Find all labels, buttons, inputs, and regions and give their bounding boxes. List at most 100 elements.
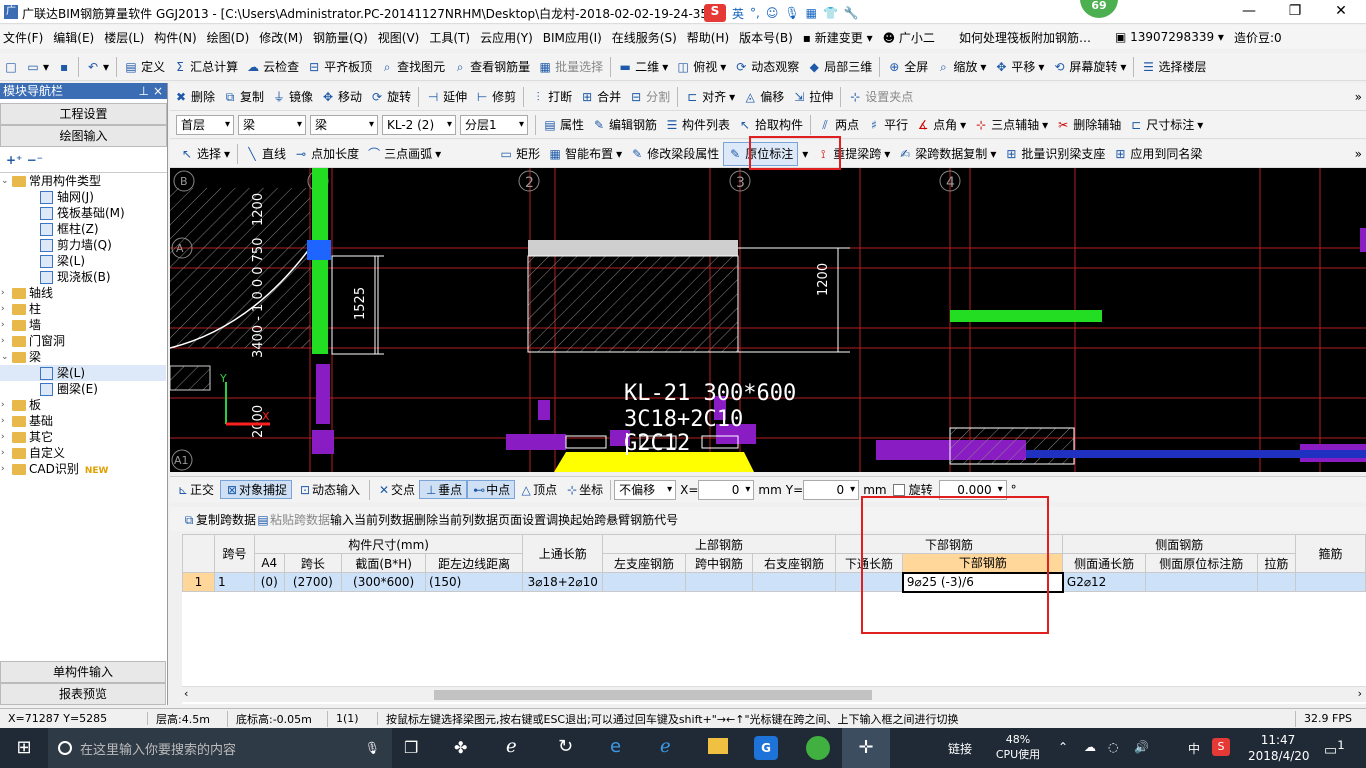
align-top-button[interactable]: ⊟ 平齐板顶 xyxy=(303,55,376,79)
ie-icon[interactable]: ℯ xyxy=(660,736,671,757)
object-snap-toggle[interactable]: ⊠ 对象捕捉 xyxy=(220,480,293,499)
pin-icon[interactable]: ⊥ xyxy=(139,83,149,99)
emoji-icon[interactable]: ☺ xyxy=(766,6,779,20)
maximize-button[interactable]: ❐ xyxy=(1272,0,1318,24)
tree-item[interactable]: 梁(L) xyxy=(0,365,166,381)
glodon-g-icon[interactable]: G xyxy=(754,736,778,760)
arc-button[interactable]: ⌒ 三点画弧 ▾ xyxy=(363,142,445,166)
scroll-right-icon[interactable]: › xyxy=(1358,687,1362,700)
ortho-toggle[interactable]: ⊾ 正交 xyxy=(170,481,220,498)
view-rebar-button[interactable]: ⌕ 查看钢筋量 xyxy=(449,55,534,79)
collapse-arrow-icon[interactable]: ⌄ xyxy=(1,173,9,189)
menu-tools[interactable]: 工具(T) xyxy=(426,29,473,46)
batch-select-button[interactable]: ▦ 批量选择 xyxy=(534,55,607,79)
offset-select[interactable]: 不偏移 xyxy=(614,479,677,500)
fullscreen-button[interactable]: ⊕ 全屏 xyxy=(883,55,932,79)
menu-help[interactable]: 帮助(H) xyxy=(684,29,732,46)
tree-folder[interactable]: › 门窗洞 xyxy=(0,333,166,349)
open-icon[interactable]: ▭ ▾ xyxy=(22,55,53,79)
scroll-left-icon[interactable]: ‹ xyxy=(184,687,188,700)
copy-span-button[interactable]: ✍ 梁跨数据复制 ▾ xyxy=(894,142,1000,166)
select-floor-button[interactable]: ☰ 选择楼层 xyxy=(1137,55,1210,79)
notification-badge[interactable]: 69 xyxy=(1080,0,1118,18)
parallel-button[interactable]: ♯ 平行 xyxy=(863,113,912,137)
cell-len[interactable]: (2700) xyxy=(283,572,343,592)
minimize-button[interactable]: — xyxy=(1226,0,1272,24)
overflow-chevron-icon[interactable]: » xyxy=(1351,142,1366,166)
cell-dist[interactable]: (150) xyxy=(425,572,524,592)
menu-question[interactable]: 如何处理筏板附加钢筋… xyxy=(956,29,1094,46)
point-length-button[interactable]: ⊸ 点加长度 xyxy=(290,142,363,166)
link-label[interactable]: 链接 xyxy=(948,740,972,757)
tree-folder[interactable]: ⌄ 常用构件类型 xyxy=(0,173,166,189)
stretch-button[interactable]: ⇲ 拉伸 xyxy=(788,85,837,109)
top-view-button[interactable]: ◫ 俯视 ▾ xyxy=(672,55,730,79)
type-select-2[interactable]: 梁 xyxy=(310,114,378,135)
scroll-thumb[interactable] xyxy=(434,690,872,700)
properties-button[interactable]: ▤ 属性 xyxy=(539,113,588,137)
search-box[interactable]: 在这里输入你要搜索的内容 🎙 xyxy=(48,728,392,768)
component-select[interactable]: KL-2 (2) xyxy=(382,114,456,135)
expand-all-icon[interactable]: +⁺ xyxy=(6,153,22,167)
type-select-1[interactable]: 梁 xyxy=(238,114,306,135)
set-grip-button[interactable]: ⊹ 设置夹点 xyxy=(844,85,917,109)
cell-top-long[interactable]: 3⌀18+2⌀10 xyxy=(522,572,604,592)
dynamic-input-toggle[interactable]: ⊡ 动态输入 xyxy=(292,481,366,498)
menu-view[interactable]: 视图(V) xyxy=(375,29,423,46)
table-row[interactable]: 1 1 (0) (2700) (300*600) (150) 3⌀18+2⌀10… xyxy=(182,571,1366,593)
report-preview-button[interactable]: 报表预览 xyxy=(0,683,166,705)
skin-icon[interactable]: 👕 xyxy=(823,6,838,20)
tree-item[interactable]: 筏板基础(M) xyxy=(0,205,166,221)
cad-viewport[interactable]: B 2 3 4 A A1 1525 1200 3400 - 1 0 0 0 75… xyxy=(170,168,1366,472)
move-button[interactable]: ✥ 移动 xyxy=(317,85,366,109)
tree-folder[interactable]: › 板 xyxy=(0,397,166,413)
pick-component-button[interactable]: ↖ 拾取构件 xyxy=(734,113,807,137)
vertex-snap[interactable]: △ 顶点 xyxy=(515,481,561,498)
midpoint-snap[interactable]: ⊷中点 xyxy=(467,480,516,499)
edit-rebar-button[interactable]: ✎ 编辑钢筋 xyxy=(588,113,661,137)
y-input[interactable]: 0 xyxy=(803,479,860,500)
tree-folder[interactable]: ⌄ 梁 xyxy=(0,349,166,365)
batch-support-button[interactable]: ⊞ 批量识别梁支座 xyxy=(1000,142,1109,166)
project-settings-button[interactable]: 工程设置 xyxy=(0,103,167,125)
page-setup-button[interactable]: 页面设置 xyxy=(498,511,546,528)
x-input[interactable]: 0 xyxy=(698,479,755,500)
menu-edit[interactable]: 编辑(E) xyxy=(50,29,97,46)
orbit-button[interactable]: ⟳ 动态观察 xyxy=(730,55,803,79)
menu-modify[interactable]: 修改(M) xyxy=(256,29,306,46)
cell-mid-span[interactable] xyxy=(684,572,754,592)
expand-arrow-icon[interactable]: › xyxy=(1,413,5,429)
undo-icon[interactable]: ↶ ▾ xyxy=(82,55,113,79)
close-button[interactable]: ✕ xyxy=(1318,0,1364,24)
expand-arrow-icon[interactable]: › xyxy=(1,333,5,349)
copy-button[interactable]: ⧉ 复制 xyxy=(219,85,268,109)
zoom-button[interactable]: ⌕ 缩放 ▾ xyxy=(932,55,990,79)
single-component-button[interactable]: 单构件输入 xyxy=(0,661,166,683)
expand-arrow-icon[interactable]: › xyxy=(1,285,5,301)
two-point-button[interactable]: ⫽ 两点 xyxy=(814,113,863,137)
extend-button[interactable]: ⊣ 延伸 xyxy=(422,85,471,109)
local-3d-button[interactable]: ◆ 局部三维 xyxy=(803,55,876,79)
active-app-icon[interactable]: ✛ xyxy=(842,728,890,768)
smart-layout-button[interactable]: ▦ 智能布置 ▾ xyxy=(544,142,626,166)
cell-section[interactable]: (300*600) xyxy=(341,572,427,592)
edge-icon[interactable]: e xyxy=(610,736,621,757)
expand-arrow-icon[interactable]: › xyxy=(1,397,5,413)
cell-right-support[interactable] xyxy=(752,572,836,592)
screen-rotate-button[interactable]: ⟲ 屏幕旋转 ▾ xyxy=(1048,55,1130,79)
tree-item[interactable]: 轴网(J) xyxy=(0,189,166,205)
delete-axis-button[interactable]: ✂ 删除辅轴 xyxy=(1052,113,1125,137)
swirl-app-icon[interactable]: ↻ xyxy=(558,736,573,757)
overflow-chevron-icon[interactable]: » xyxy=(1351,85,1366,109)
horizontal-scrollbar[interactable]: ‹ › xyxy=(182,686,1366,702)
green-app-icon[interactable] xyxy=(806,736,830,760)
copy-span-data-button[interactable]: ⧉ 复制跨数据 xyxy=(182,511,256,528)
menu-points[interactable]: 造价豆:0 xyxy=(1231,29,1285,46)
calc-button[interactable]: Σ 汇总计算 xyxy=(169,55,242,79)
menu-assistant[interactable]: ☻ 广小二 xyxy=(880,29,938,46)
menu-file[interactable]: 文件(F) xyxy=(0,29,46,46)
ie-legacy-icon[interactable]: ℯ xyxy=(506,736,517,757)
cell-a4[interactable]: (0) xyxy=(254,572,285,592)
close-icon[interactable]: × xyxy=(153,83,163,99)
split-button[interactable]: ⊟ 分割 xyxy=(625,85,674,109)
